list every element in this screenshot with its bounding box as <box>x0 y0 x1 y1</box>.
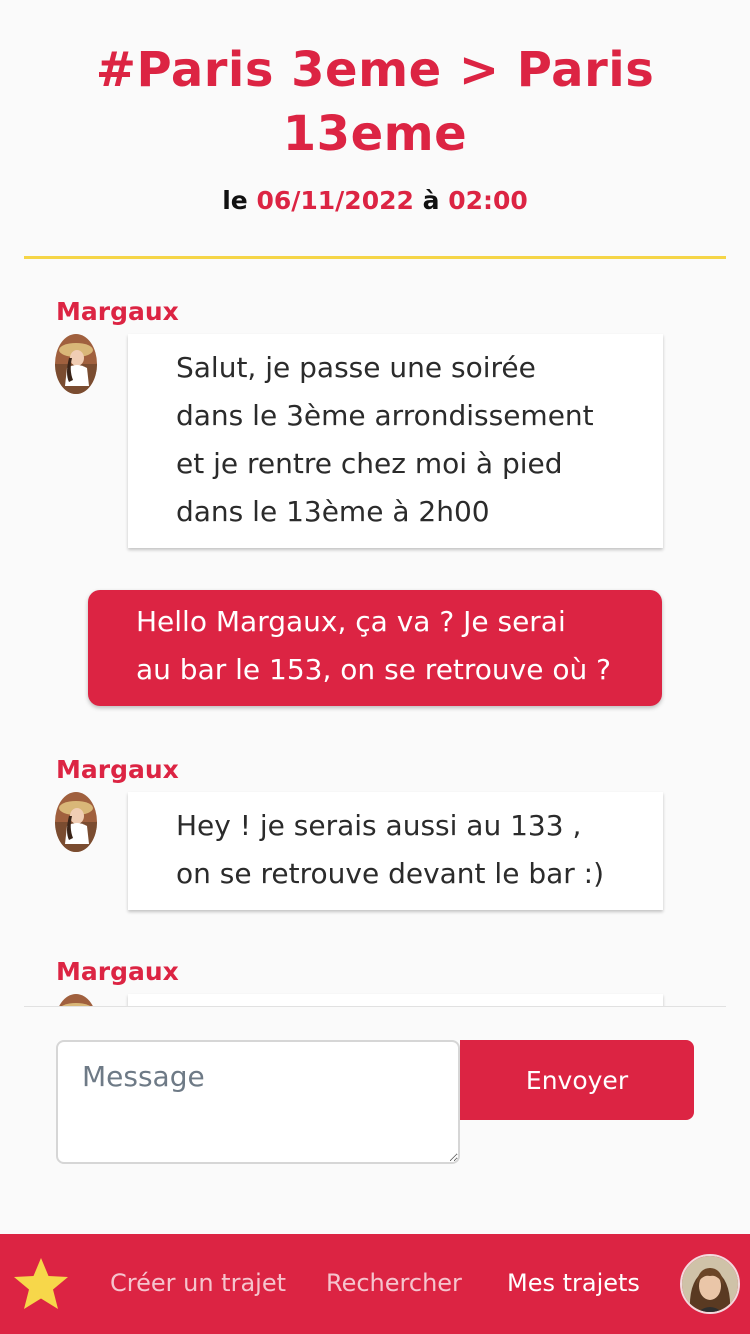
trip-date: 06/11/2022 <box>256 186 414 215</box>
nav-search[interactable]: Rechercher <box>326 1267 462 1299</box>
message-text-line: on se retrouve devant le bar :) <box>176 857 605 890</box>
message-text-line: dans le 13ème à 2h00 <box>176 495 490 528</box>
message-text-line: et je rentre chez moi à pied <box>176 447 563 480</box>
message-bubble: Salut, je passe une soirée dans le 3ème … <box>128 334 663 548</box>
chat-divider <box>24 1006 726 1007</box>
trip-header: #Paris 3eme > Paris 13eme le 06/11/2022 … <box>0 0 750 215</box>
trip-datetime: le 06/11/2022 à 02:00 <box>0 186 750 215</box>
nav-create-trip[interactable]: Créer un trajet <box>110 1267 286 1299</box>
profile-avatar[interactable] <box>680 1254 740 1314</box>
sender-name: Margaux <box>56 755 179 784</box>
message-bubble-own: Hello Margaux, ça va ? Je serai au bar l… <box>88 590 662 706</box>
star-icon[interactable] <box>12 1256 70 1312</box>
bottom-nav: Créer un trajet Rechercher Mes trajets <box>0 1234 750 1334</box>
sender-name: Margaux <box>56 297 179 326</box>
message-bubble: Hey ! je serais aussi au 133 , on se ret… <box>128 792 663 910</box>
message-text-line: au bar le 153, on se retrouve où ? <box>136 653 612 686</box>
trip-time: 02:00 <box>448 186 528 215</box>
send-button[interactable]: Envoyer <box>460 1040 694 1120</box>
sender-name: Margaux <box>56 957 179 986</box>
date-prefix: le <box>222 186 248 215</box>
message-input[interactable] <box>56 1040 460 1164</box>
message-text-line: dans le 3ème arrondissement <box>176 399 594 432</box>
message-text-line: Hello Margaux, ça va ? Je serai <box>136 605 566 638</box>
page-title: #Paris 3eme > Paris 13eme <box>95 42 655 162</box>
chat-thread[interactable]: Margaux Salut, je passe une soirée dans … <box>0 259 750 1007</box>
message-text-line: Hey ! je serais aussi au 133 , <box>176 809 582 842</box>
nav-my-trips[interactable]: Mes trajets <box>507 1267 640 1299</box>
time-prefix: à <box>422 186 440 215</box>
sender-avatar[interactable] <box>55 792 97 852</box>
message-text-line: Salut, je passe une soirée <box>176 351 536 384</box>
message-composer: Envoyer <box>56 1040 694 1164</box>
sender-avatar[interactable] <box>55 334 97 394</box>
